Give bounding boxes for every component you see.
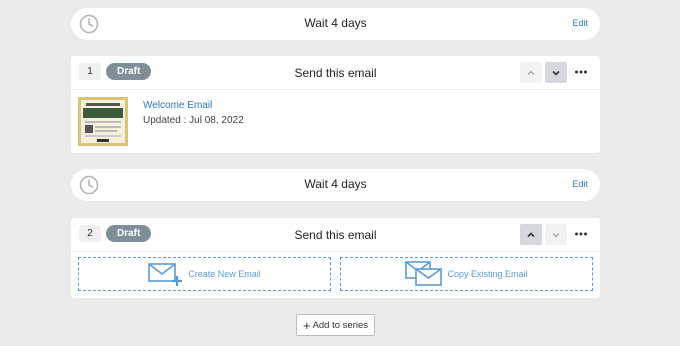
- email-thumbnail[interactable]: [78, 97, 128, 146]
- copy-existing-email-label: Copy Existing Email: [447, 269, 528, 279]
- more-dots-icon[interactable]: [574, 65, 588, 79]
- add-to-series-label: Add to series: [312, 319, 369, 331]
- move-down-button[interactable]: [545, 224, 567, 245]
- email-step-header: 2 Draft Send this email: [71, 218, 600, 252]
- email-step-body: Welcome Email Updated : Jul 08, 2022: [71, 90, 600, 153]
- edit-wait-link[interactable]: Edit: [572, 179, 588, 189]
- email-step-card: 2 Draft Send this email Create New Email: [71, 218, 600, 298]
- move-down-button[interactable]: [545, 62, 567, 83]
- wait-text: Wait 4 days: [304, 16, 367, 30]
- chevron-down-icon: [552, 232, 560, 237]
- chevron-down-icon: [552, 70, 560, 76]
- add-to-series-button[interactable]: + Add to series: [296, 314, 375, 336]
- envelopes-copy-icon: [405, 261, 443, 286]
- create-new-email-label: Create New Email: [188, 269, 261, 279]
- edit-wait-link[interactable]: Edit: [572, 18, 588, 28]
- email-updated-text: Updated : Jul 08, 2022: [143, 115, 244, 126]
- move-up-button[interactable]: [520, 62, 542, 83]
- create-new-email-button[interactable]: Create New Email: [78, 257, 331, 291]
- email-choice-area: Create New Email Copy Existing Email: [71, 252, 600, 298]
- email-step-header: 1 Draft Send this email: [71, 56, 600, 90]
- move-up-button[interactable]: [520, 224, 542, 245]
- plus-icon: +: [302, 317, 311, 333]
- wait-step-card: Wait 4 days Edit: [71, 8, 600, 40]
- more-dots-icon[interactable]: [574, 227, 588, 241]
- email-name-link[interactable]: Welcome Email: [143, 100, 212, 111]
- chevron-up-icon: [527, 70, 535, 75]
- copy-existing-email-button[interactable]: Copy Existing Email: [340, 257, 593, 291]
- envelope-plus-icon: [148, 263, 183, 286]
- email-step-card: 1 Draft Send this email Welcome Email Up…: [71, 56, 600, 153]
- chevron-up-icon: [527, 231, 535, 237]
- wait-step-card: Wait 4 days Edit: [71, 169, 600, 201]
- wait-text: Wait 4 days: [304, 177, 367, 191]
